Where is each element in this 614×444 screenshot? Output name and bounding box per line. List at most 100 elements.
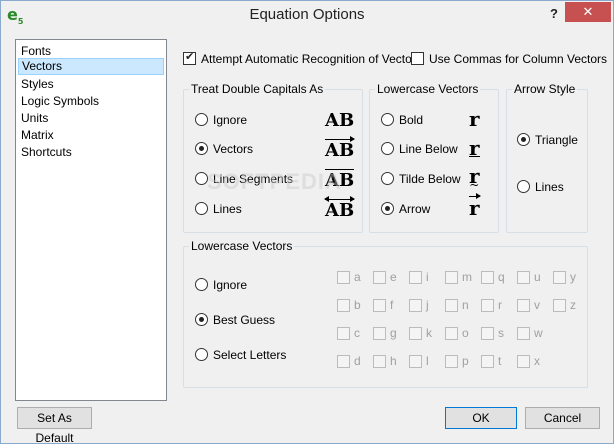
letter-label-t: t: [498, 354, 502, 368]
letter-label-u: u: [534, 270, 541, 284]
letter-checkbox-g[interactable]: [373, 327, 386, 340]
letter-label-k: k: [426, 326, 432, 340]
double-capitals-vectors-radio[interactable]: [195, 142, 208, 155]
nav-item-matrix[interactable]: Matrix: [18, 127, 164, 144]
nav-item-vectors[interactable]: Vectors: [18, 58, 164, 75]
symbol-r-bold: r: [469, 107, 480, 131]
letter-label-l: l: [426, 354, 429, 368]
arrow-style-triangle-label: Triangle: [535, 133, 578, 147]
nav-item-logic-symbols[interactable]: Logic Symbols: [18, 93, 164, 110]
letter-label-f: f: [390, 298, 394, 312]
lowercase-select-letters-label: Select Letters: [213, 348, 287, 362]
letter-label-r: r: [498, 298, 502, 312]
letter-label-p: p: [462, 354, 469, 368]
arrow-style-lines-label: Lines: [535, 180, 564, 194]
letter-checkbox-h[interactable]: [373, 355, 386, 368]
letter-label-q: q: [498, 270, 505, 284]
help-button[interactable]: ?: [545, 4, 563, 24]
letter-label-o: o: [462, 326, 469, 340]
commas-column-vectors-label: Use Commas for Column Vectors: [429, 52, 608, 66]
double-capitals-ignore-radio[interactable]: [195, 113, 208, 126]
symbol-r-arrow: r: [469, 193, 481, 220]
nav-item-styles[interactable]: Styles: [18, 76, 164, 93]
letter-checkbox-a[interactable]: [337, 271, 350, 284]
letter-label-i: i: [426, 270, 429, 284]
category-list[interactable]: Fonts Vectors Styles Logic Symbols Units…: [15, 39, 167, 401]
letter-label-d: d: [354, 354, 361, 368]
letter-checkbox-w[interactable]: [517, 327, 530, 340]
arrow-style-triangle-radio[interactable]: [517, 133, 530, 146]
letter-checkbox-u[interactable]: [517, 271, 530, 284]
lowercase-arrow-label: Arrow: [399, 202, 431, 216]
lowercase-bold-label: Bold: [399, 113, 424, 127]
letter-label-j: j: [426, 298, 429, 312]
double-capitals-title: Treat Double Capitals As: [189, 82, 326, 96]
lowercase-tilde-below-label: Tilde Below: [399, 172, 461, 186]
double-capitals-line-segments-label: Line Segments: [213, 172, 294, 186]
letter-label-n: n: [462, 298, 469, 312]
letter-label-m: m: [462, 270, 472, 284]
letter-checkbox-c[interactable]: [337, 327, 350, 340]
cancel-button[interactable]: Cancel: [525, 407, 600, 429]
letter-checkbox-l[interactable]: [409, 355, 422, 368]
close-button[interactable]: ✕: [565, 2, 611, 22]
equation-options-dialog: e5 Equation Options ? ✕ Fonts Vectors St…: [0, 0, 614, 444]
letter-checkbox-z[interactable]: [553, 299, 566, 312]
letter-label-a: a: [354, 270, 361, 284]
letter-checkbox-j[interactable]: [409, 299, 422, 312]
symbol-ab-segment: AB: [325, 169, 355, 191]
lowercase-best-guess-radio[interactable]: [195, 313, 208, 326]
window-title: Equation Options: [249, 6, 365, 23]
letter-label-x: x: [534, 354, 540, 368]
letter-label-w: w: [534, 326, 543, 340]
arrow-style-title: Arrow Style: [512, 82, 578, 96]
auto-recognition-label: Attempt Automatic Recognition of Vectors: [201, 52, 422, 66]
symbol-ab-plain: AB: [325, 110, 355, 131]
letter-checkbox-i[interactable]: [409, 271, 422, 284]
letter-checkbox-b[interactable]: [337, 299, 350, 312]
double-capitals-line-segments-radio[interactable]: [195, 172, 208, 185]
letter-checkbox-x[interactable]: [517, 355, 530, 368]
arrow-style-lines-radio[interactable]: [517, 180, 530, 193]
lowercase-select-letters-radio[interactable]: [195, 348, 208, 361]
double-capitals-lines-radio[interactable]: [195, 202, 208, 215]
lowercase-arrow-radio[interactable]: [381, 202, 394, 215]
commas-column-vectors-checkbox[interactable]: [411, 52, 424, 65]
auto-recognition-checkbox[interactable]: [183, 50, 196, 65]
lowercase-ignore-label: Ignore: [213, 278, 248, 292]
letter-checkbox-n[interactable]: [445, 299, 458, 312]
letter-checkbox-s[interactable]: [481, 327, 494, 340]
letter-checkbox-e[interactable]: [373, 271, 386, 284]
symbol-ab-line: AB: [324, 196, 356, 221]
letter-checkbox-v[interactable]: [517, 299, 530, 312]
letter-checkbox-f[interactable]: [373, 299, 386, 312]
letter-checkbox-y[interactable]: [553, 271, 566, 284]
double-capitals-lines-label: Lines: [213, 202, 242, 216]
letter-label-y: y: [570, 270, 576, 284]
letter-label-h: h: [390, 354, 397, 368]
letter-checkbox-d[interactable]: [337, 355, 350, 368]
arrow-style-group: [506, 89, 588, 233]
letter-checkbox-k[interactable]: [409, 327, 422, 340]
title-bar: e5 Equation Options ? ✕: [1, 1, 613, 29]
lowercase-line-below-radio[interactable]: [381, 142, 394, 155]
double-capitals-ignore-label: Ignore: [213, 113, 248, 127]
lowercase-tilde-below-radio[interactable]: [381, 172, 394, 185]
symbol-r-tilde: r: [469, 166, 480, 195]
letter-label-z: z: [570, 298, 576, 312]
lowercase-bold-radio[interactable]: [381, 113, 394, 126]
letter-checkbox-r[interactable]: [481, 299, 494, 312]
nav-item-units[interactable]: Units: [18, 110, 164, 127]
letter-checkbox-o[interactable]: [445, 327, 458, 340]
letter-checkbox-m[interactable]: [445, 271, 458, 284]
letter-checkbox-p[interactable]: [445, 355, 458, 368]
symbol-r-underline: r: [469, 136, 480, 160]
letter-label-b: b: [354, 298, 361, 312]
letter-label-v: v: [534, 298, 540, 312]
lowercase-ignore-radio[interactable]: [195, 278, 208, 291]
set-as-default-button[interactable]: Set As Default: [17, 407, 92, 444]
letter-checkbox-t[interactable]: [481, 355, 494, 368]
nav-item-shortcuts[interactable]: Shortcuts: [18, 144, 164, 161]
ok-button[interactable]: OK: [445, 407, 517, 429]
letter-checkbox-q[interactable]: [481, 271, 494, 284]
